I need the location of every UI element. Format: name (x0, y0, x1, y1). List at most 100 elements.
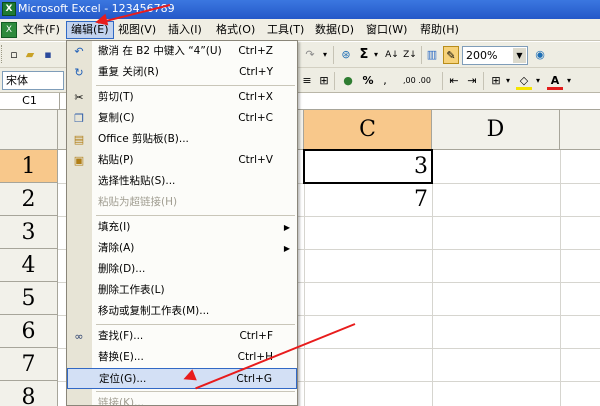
column-header-e[interactable] (560, 110, 600, 150)
menu-item-label: 选择性粘贴(S)... (98, 175, 176, 187)
font-name-select[interactable]: 宋体 (2, 71, 64, 90)
row-header-4[interactable]: 4 (0, 249, 58, 282)
submenu-arrow-icon: ▶ (283, 244, 290, 253)
menu-item-label: 链接(K)... (98, 397, 145, 406)
align-right-icon[interactable]: ≡ (300, 72, 314, 90)
comma-style-icon[interactable]: , (380, 72, 390, 90)
menu-item-paste[interactable]: ▣ 粘贴(P) Ctrl+V (67, 150, 297, 171)
column-header-c[interactable]: C (304, 110, 432, 150)
toolbar-separator (442, 72, 443, 90)
menu-help[interactable]: 帮助(H) (416, 21, 463, 39)
decrease-indent-icon[interactable]: ⇤ (446, 72, 462, 90)
font-name-value: 宋体 (6, 74, 28, 87)
menu-item-office-clipboard[interactable]: ▤ Office 剪贴板(B)... (67, 129, 297, 150)
menu-item-shortcut: Ctrl+Z (238, 45, 273, 57)
menu-item-label: 删除(D)... (98, 263, 146, 275)
column-header-d[interactable]: D (432, 110, 560, 150)
menu-data[interactable]: 数据(D) (311, 21, 358, 39)
toolbar-separator (421, 46, 422, 64)
menu-separator (96, 215, 295, 216)
fill-color-dropdown-icon[interactable]: ▾ (534, 72, 542, 90)
menu-item-links[interactable]: 链接(K)... (67, 393, 297, 406)
open-folder-icon[interactable]: ▰ (22, 46, 38, 64)
menu-window[interactable]: 窗口(W) (362, 21, 411, 39)
title-bar: X Microsoft Excel - 123456789 (0, 0, 600, 19)
cell-c1[interactable]: 3 (306, 152, 428, 182)
gridline (560, 150, 561, 406)
menu-item-label: 填充(I) (98, 221, 131, 233)
zoom-select[interactable]: 200% ▼ (462, 46, 528, 65)
menu-item-paste-as-hyperlink[interactable]: 粘贴为超链接(H) (67, 192, 297, 213)
menu-item-delete-sheet[interactable]: 删除工作表(L) (67, 280, 297, 301)
toolbar-separator (483, 72, 484, 90)
autosum-icon[interactable]: Σ (357, 46, 371, 64)
menu-item-delete[interactable]: 删除(D)... (67, 259, 297, 280)
drawing-icon[interactable]: ✎ (443, 46, 459, 64)
menu-item-label: 重复 关闭(R) (98, 66, 159, 78)
fill-color-icon[interactable]: ◇ (516, 72, 532, 90)
redo-toolbar-icon[interactable]: ↷ (302, 46, 318, 64)
binoculars-icon: ∞ (74, 330, 84, 343)
menu-item-clear[interactable]: 清除(A) ▶ (67, 238, 297, 259)
save-icon[interactable]: ▪ (40, 46, 56, 64)
increase-indent-icon[interactable]: ⇥ (464, 72, 480, 90)
menu-item-label: 定位(G)... (99, 373, 147, 385)
row-header-5[interactable]: 5 (0, 282, 58, 315)
menu-item-move-copy-sheet[interactable]: 移动或复制工作表(M)... (67, 301, 297, 322)
menu-file[interactable]: 文件(F) (19, 21, 64, 39)
font-color-icon[interactable]: A (547, 72, 563, 90)
borders-icon[interactable]: ⊞ (488, 72, 504, 90)
sort-descending-icon[interactable]: Z↓ (402, 46, 418, 64)
hyperlink-icon[interactable]: ⊛ (338, 46, 354, 64)
row-header-8[interactable]: 8 (0, 381, 58, 406)
autosum-dropdown-icon[interactable]: ▾ (372, 46, 380, 64)
menu-item-label: 替换(E)... (98, 351, 144, 363)
menu-view[interactable]: 视图(V) (114, 21, 160, 39)
menu-item-goto[interactable]: 定位(G)... Ctrl+G (67, 368, 297, 389)
undo-icon: ↶ (74, 45, 84, 58)
menu-item-find[interactable]: ∞ 查找(F)... Ctrl+F (67, 326, 297, 347)
row-header-3[interactable]: 3 (0, 216, 58, 249)
menu-separator (96, 391, 295, 392)
menu-item-redo[interactable]: ↻ 重复 关闭(R) Ctrl+Y (67, 62, 297, 83)
help-icon[interactable]: ◉ (532, 46, 548, 64)
excel-app-icon: X (2, 2, 16, 16)
menu-item-replace[interactable]: 替换(E)... Ctrl+H (67, 347, 297, 368)
percent-style-icon[interactable]: % (360, 72, 376, 90)
toolbar-grip[interactable] (1, 45, 4, 63)
borders-dropdown-icon[interactable]: ▾ (504, 72, 512, 90)
font-color-dropdown-icon[interactable]: ▾ (565, 72, 573, 90)
select-all-corner[interactable] (0, 110, 58, 150)
menu-item-cut[interactable]: ✂ 剪切(T) Ctrl+X (67, 87, 297, 108)
menu-item-label: 粘贴为超链接(H) (98, 196, 178, 208)
merge-center-icon[interactable]: ⊞ (317, 72, 331, 90)
chevron-down-icon[interactable]: ▼ (513, 48, 526, 63)
menu-insert[interactable]: 插入(I) (164, 21, 206, 39)
new-document-icon[interactable]: ▫ (6, 46, 22, 64)
workbook-icon[interactable]: X (1, 22, 17, 38)
cell-c2[interactable]: 7 (306, 185, 428, 215)
clipboard-icon: ▤ (73, 133, 85, 146)
menu-item-label: 剪切(T) (98, 91, 134, 103)
menu-item-undo[interactable]: ↶ 撤消 在 B2 中键入 “4”(U) Ctrl+Z (67, 41, 297, 62)
decimal-buttons[interactable]: ,00 .00 (394, 72, 440, 90)
row-header-7[interactable]: 7 (0, 348, 58, 381)
row-header-6[interactable]: 6 (0, 315, 58, 348)
sort-ascending-icon[interactable]: A↓ (384, 46, 400, 64)
menu-tools[interactable]: 工具(T) (263, 21, 308, 39)
row-header-2[interactable]: 2 (0, 183, 58, 216)
currency-icon[interactable]: ● (340, 72, 356, 90)
menu-item-fill[interactable]: 填充(I) ▶ (67, 217, 297, 238)
menu-item-label: 查找(F)... (98, 330, 144, 342)
chart-wizard-icon[interactable]: ▥ (424, 46, 440, 64)
redo-dropdown-icon[interactable]: ▾ (320, 46, 330, 64)
menu-item-label: 复制(C) (98, 112, 135, 124)
menu-item-label: 清除(A) (98, 242, 135, 254)
menu-item-label: Office 剪贴板(B)... (98, 133, 189, 145)
menu-item-shortcut: Ctrl+C (238, 112, 273, 124)
row-header-1[interactable]: 1 (0, 150, 58, 183)
menu-item-paste-special[interactable]: 选择性粘贴(S)... (67, 171, 297, 192)
name-box[interactable]: C1 (0, 93, 60, 110)
menu-item-copy[interactable]: ❐ 复制(C) Ctrl+C (67, 108, 297, 129)
menu-format[interactable]: 格式(O) (212, 21, 259, 39)
